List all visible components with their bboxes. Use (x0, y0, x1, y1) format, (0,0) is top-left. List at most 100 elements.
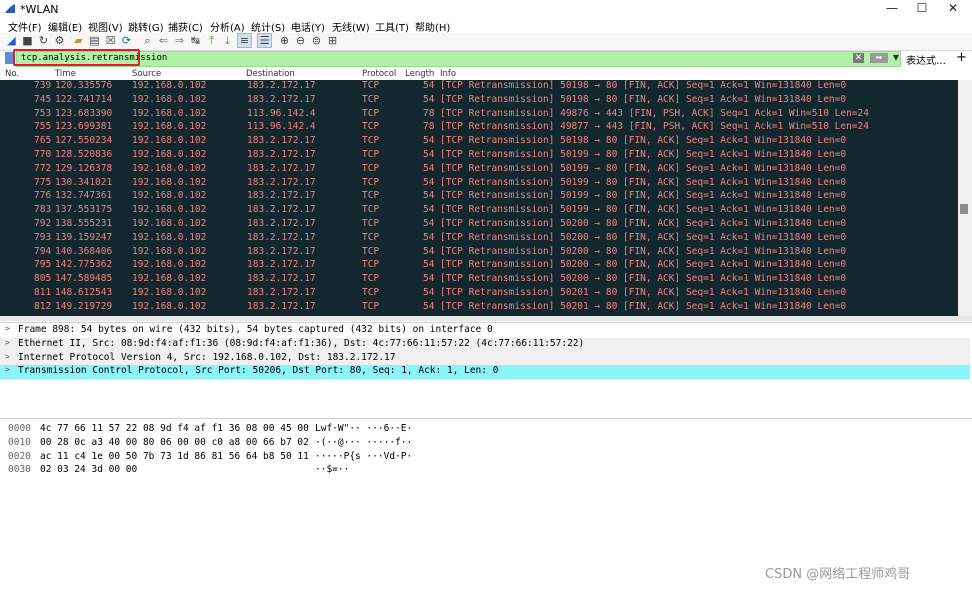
packet-row[interactable]: 770 128.520836 192.168.0.102 183.2.172.1… (0, 149, 958, 163)
menu-tools[interactable]: 工具(T) (375, 19, 409, 34)
column-protocol[interactable]: Protocol (362, 69, 396, 79)
column-time[interactable]: Time (55, 69, 76, 79)
packet-time: 129.126378 (55, 162, 113, 174)
menu-telephony[interactable]: 电话(Y) (291, 19, 325, 34)
restart-icon[interactable]: ↻ (37, 34, 50, 47)
packet-row[interactable]: 772 129.126378 192.168.0.102 183.2.172.1… (0, 163, 958, 177)
packet-row[interactable]: 753 123.683390 192.168.0.102 113.96.142.… (0, 108, 958, 122)
add-filter-button[interactable]: + (956, 50, 967, 65)
packet-row[interactable]: 792 138.555231 192.168.0.102 183.2.172.1… (0, 218, 958, 232)
packet-source: 192.168.0.102 (132, 273, 207, 285)
packet-list-scrollbar[interactable] (958, 80, 972, 316)
packet-source: 192.168.0.102 (132, 190, 207, 202)
column-info[interactable]: Info (440, 69, 456, 79)
go-last-icon[interactable]: ⤓ (221, 34, 234, 47)
colorize-icon[interactable]: ☰ (257, 33, 272, 48)
bytes-row[interactable]: 0000 4c 77 66 11 57 22 08 9d f4 af f1 36… (0, 423, 972, 437)
menu-analyze[interactable]: 分析(A) (210, 19, 245, 34)
bytes-row[interactable]: 0030 02 03 24 3d 00 00 ··$=·· (0, 464, 972, 478)
reload-icon[interactable]: ⟳ (120, 34, 133, 47)
find-magnifier-icon[interactable]: ⌕ (141, 34, 154, 47)
chevron-right-icon[interactable]: > (5, 338, 10, 347)
packet-row[interactable]: 775 130.341021 192.168.0.102 183.2.172.1… (0, 177, 958, 191)
packet-destination: 183.2.172.17 (247, 273, 316, 285)
packet-info: [TCP Retransmission] 50199 → 80 [FIN, AC… (440, 149, 847, 160)
menu-file[interactable]: 文件(F) (8, 19, 42, 34)
column-destination[interactable]: Destination (246, 69, 295, 79)
packet-row[interactable]: 811 148.612543 192.168.0.102 183.2.172.1… (0, 287, 958, 301)
menu-statistics[interactable]: 统计(S) (251, 19, 285, 34)
packet-info: [TCP Retransmission] 50200 → 80 [FIN, AC… (440, 273, 847, 285)
detail-frame-row[interactable]: > Frame 898: 54 bytes on wire (432 bits)… (0, 324, 970, 338)
packet-no: 772 (34, 162, 52, 174)
menu-capture[interactable]: 捕获(C) (168, 19, 203, 34)
close-file-icon[interactable]: ☒ (104, 34, 117, 47)
packet-details-pane: > Frame 898: 54 bytes on wire (432 bits)… (0, 322, 972, 417)
packet-info: [TCP Retransmission] 50198 → 80 [FIN, AC… (440, 93, 847, 105)
resize-columns-icon[interactable]: ⊞ (326, 34, 339, 47)
packet-row[interactable]: 783 137.553175 192.168.0.102 183.2.172.1… (0, 204, 958, 218)
chevron-down-icon[interactable]: ▼ (893, 53, 899, 62)
packet-info: [TCP Retransmission] 50198 → 80 [FIN, AC… (440, 135, 847, 147)
detail-ethernet-row[interactable]: > Ethernet II, Src: 08:9d:f4:af:f1:36 (0… (0, 337, 970, 352)
packet-time: 138.555231 (55, 218, 113, 229)
menu-edit[interactable]: 编辑(E) (48, 19, 82, 34)
packet-row[interactable]: 794 140.368406 192.168.0.102 183.2.172.1… (0, 246, 958, 260)
column-source[interactable]: Source (132, 69, 161, 79)
packet-row[interactable]: 805 147.589485 192.168.0.102 183.2.172.1… (0, 273, 958, 287)
detail-tcp-row[interactable]: > Transmission Control Protocol, Src Por… (0, 365, 970, 380)
packet-row[interactable]: 795 142.775362 192.168.0.102 183.2.172.1… (0, 259, 958, 273)
packet-row[interactable]: 755 123.699381 192.168.0.102 113.96.142.… (0, 121, 958, 135)
chevron-right-icon[interactable]: > (5, 324, 10, 333)
capture-options-gear-icon[interactable]: ⚙ (53, 34, 66, 47)
packet-length: 54 (423, 162, 435, 174)
scrollbar-thumb[interactable] (960, 204, 968, 214)
packet-protocol: TCP (362, 287, 380, 298)
column-no[interactable]: No. (5, 69, 19, 79)
packet-row[interactable]: 776 132.747361 192.168.0.102 183.2.172.1… (0, 190, 958, 204)
display-filter-input[interactable]: tcp.analysis.retransmission ✕ ➡ ▼ (16, 51, 901, 67)
menu-help[interactable]: 帮助(H) (415, 19, 450, 34)
packet-row[interactable]: 793 139.159247 192.168.0.102 183.2.172.1… (0, 232, 958, 246)
clear-filter-icon[interactable]: ✕ (853, 53, 864, 63)
menu-go[interactable]: 跳转(G) (128, 19, 164, 34)
expression-button[interactable]: 表达式… (906, 52, 946, 67)
go-back-icon[interactable]: ⇐ (157, 34, 170, 47)
autoscroll-icon[interactable]: ≡ (237, 33, 252, 48)
packet-destination: 183.2.172.17 (247, 162, 316, 174)
column-length[interactable]: Length (405, 69, 434, 79)
packet-row[interactable]: 765 127.550234 192.168.0.102 183.2.172.1… (0, 135, 958, 149)
chevron-right-icon[interactable]: > (5, 365, 10, 374)
packet-row[interactable]: 745 122.741714 192.168.0.102 183.2.172.1… (0, 94, 958, 108)
bytes-row[interactable]: 0020 ac 11 c4 1e 00 50 7b 73 1d 86 81 56… (0, 451, 972, 465)
zoom-normal-icon[interactable]: ⊜ (310, 34, 323, 47)
close-button[interactable]: ✕ (938, 1, 968, 17)
go-to-packet-icon[interactable]: ↹ (189, 34, 202, 47)
zoom-out-icon[interactable]: ⊖ (294, 34, 307, 47)
maximize-button[interactable]: ☐ (907, 1, 937, 17)
go-forward-icon[interactable]: ⇒ (173, 34, 186, 47)
detail-ip-row[interactable]: > Internet Protocol Version 4, Src: 192.… (0, 351, 970, 366)
go-first-icon[interactable]: ⤒ (205, 34, 218, 47)
menu-view[interactable]: 视图(V) (88, 19, 123, 34)
packet-list[interactable]: 739 120.335576 192.168.0.102 183.2.172.1… (0, 80, 958, 316)
packet-protocol: TCP (362, 121, 380, 133)
zoom-in-icon[interactable]: ⊕ (278, 34, 291, 47)
packet-protocol: TCP (362, 149, 380, 160)
save-file-icon[interactable]: ▤ (88, 34, 101, 47)
menu-wireless[interactable]: 无线(W) (332, 19, 370, 34)
packet-row[interactable]: 739 120.335576 192.168.0.102 183.2.172.1… (0, 80, 958, 94)
apply-filter-icon[interactable]: ➡ (870, 53, 888, 63)
minimize-button[interactable]: — (877, 1, 907, 17)
packet-length: 54 (423, 149, 435, 160)
stop-square-icon[interactable]: ■ (21, 34, 34, 47)
packet-info: [TCP Retransmission] 49877 → 443 [FIN, P… (440, 121, 869, 133)
packet-source: 192.168.0.102 (132, 162, 207, 174)
chevron-right-icon[interactable]: > (5, 352, 10, 361)
packet-source: 192.168.0.102 (132, 121, 207, 133)
packet-row[interactable]: 812 149.219729 192.168.0.102 183.2.172.1… (0, 301, 958, 315)
open-folder-icon[interactable]: ▰ (72, 34, 85, 47)
horizontal-scrollbar[interactable] (0, 316, 972, 321)
bytes-row[interactable]: 0010 00 28 0c a3 40 00 80 06 00 00 c0 a8… (0, 437, 972, 451)
shark-fin-start-icon[interactable]: ◢ (5, 34, 18, 47)
